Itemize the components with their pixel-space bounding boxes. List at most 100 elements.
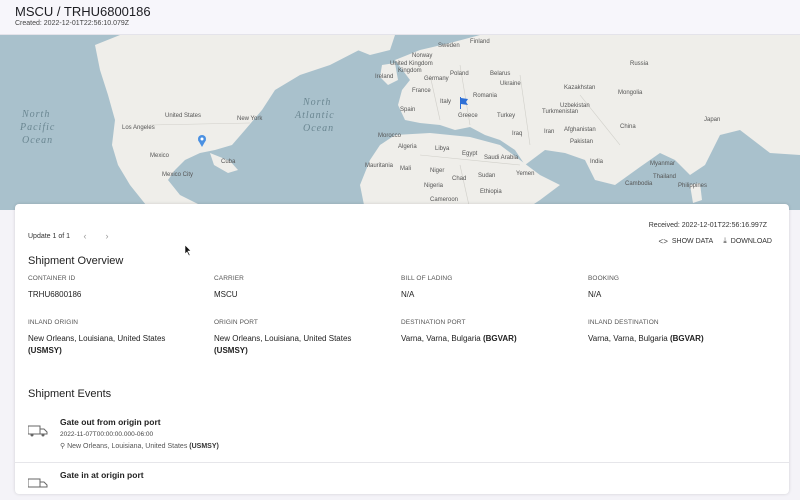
map-label: United Kingdom [390, 61, 433, 67]
map-label: Greece [458, 113, 478, 119]
location-code: (USMSY) [189, 443, 219, 450]
map-label: Yemen [516, 171, 534, 177]
field-value: TRHU6800186 [28, 290, 82, 299]
map-label: Russia [630, 61, 649, 67]
shipment-map[interactable]: North Pacific Ocean North Atlantic Ocean… [0, 35, 800, 210]
map-label: Italy [440, 99, 451, 105]
location-text: Varna, Varna, Bulgaria [588, 334, 668, 343]
map-label: Mexico City [162, 172, 193, 178]
prev-update-button[interactable]: ‹ [78, 231, 92, 241]
field-label: INLAND ORIGIN [28, 319, 79, 326]
map-label: Finland [470, 39, 490, 45]
download-label: DOWNLOAD [730, 237, 772, 245]
received-timestamp: Received: 2022-12-01T22:56:16.997Z [648, 222, 767, 229]
map-label: Cuba [221, 159, 236, 165]
map-label: Mongolia [618, 90, 643, 96]
field-label: DESTINATION PORT [401, 319, 466, 326]
location-text: New Orleans, Louisiana, United States [67, 443, 188, 450]
field-label: BILL OF LADING [401, 275, 453, 282]
location-code: (USMSY) [28, 346, 62, 355]
map-label: Mexico [150, 153, 170, 159]
update-count: Update 1 of 1 [28, 232, 71, 240]
map-label: Chad [452, 176, 466, 182]
map-label: Germany [424, 76, 449, 82]
download-button[interactable]: ⤓ DOWNLOAD [723, 236, 772, 246]
map-label: Algeria [398, 144, 417, 150]
truck-icon [28, 425, 48, 437]
map-label: Kingdom [398, 68, 422, 74]
map-label: Pakistan [570, 139, 593, 145]
bill-of-lading-field: BILL OF LADING N/A [401, 275, 571, 301]
map-label: Sudan [478, 173, 495, 179]
panel-actions: <> SHOW DATA ⤓ DOWNLOAD [659, 236, 772, 246]
map-label: Belarus [490, 71, 510, 77]
location-code: (BGVAR) [669, 334, 704, 343]
map-label: Romania [473, 93, 498, 99]
location-text: New Orleans, Louisiana, United States [28, 334, 166, 343]
map-label: China [620, 124, 636, 130]
inland-origin-field: INLAND ORIGIN New Orleans, Louisiana, Un… [28, 319, 198, 357]
map-label: Nigeria [424, 183, 444, 189]
origin-port-field: ORIGIN PORT New Orleans, Louisiana, Unit… [214, 319, 384, 357]
download-icon: ⤓ [723, 236, 727, 245]
field-label: CONTAINER ID [28, 275, 76, 282]
map-label: Mali [400, 166, 411, 172]
field-value: N/A [401, 290, 415, 299]
map-label: Afghanistan [564, 127, 596, 133]
map-label: Niger [430, 168, 444, 174]
map-label: Poland [450, 71, 469, 77]
map-label: Los Angeles [122, 125, 155, 131]
event-item: Gate in at origin port [28, 470, 776, 500]
event-title: Gate out from origin port [60, 417, 161, 427]
truck-icon [28, 478, 48, 488]
page-title: MSCU / TRHU6800186 [15, 4, 151, 19]
ocean-label-ocean: Ocean [22, 135, 53, 146]
location-code: (BGVAR) [482, 334, 517, 343]
field-label: BOOKING [588, 275, 620, 282]
map-label: Libya [435, 146, 450, 152]
ocean-label-pacific: Pacific [19, 122, 55, 133]
map-label: Cameroon [430, 197, 458, 203]
map-label: Iran [544, 129, 554, 135]
events-title: Shipment Events [28, 388, 112, 400]
map-label: Turkey [497, 113, 515, 119]
shipment-panel: Update 1 of 1 ‹ › Received: 2022-12-01T2… [15, 204, 789, 494]
container-id-field: CONTAINER ID TRHU6800186 [28, 275, 198, 301]
inland-destination-field: INLAND DESTINATION Varna, Varna, Bulgari… [588, 319, 758, 345]
location-text: Varna, Varna, Bulgaria [401, 334, 481, 343]
booking-field: BOOKING N/A [588, 275, 758, 301]
ocean-label-ocean-2: Ocean [303, 123, 334, 134]
field-value: N/A [588, 290, 602, 299]
field-label: CARRIER [214, 275, 244, 282]
map-label: Ukraine [500, 81, 521, 87]
show-data-button[interactable]: <> SHOW DATA [659, 237, 714, 246]
field-value: Varna, Varna, Bulgaria (BGVAR) [588, 333, 758, 345]
map-label: Spain [400, 107, 415, 113]
map-label: United States [165, 113, 201, 119]
update-pager: Update 1 of 1 ‹ › [28, 231, 114, 241]
map-label: Thailand [653, 174, 676, 180]
map-label: Kazakhstan [564, 85, 595, 91]
destination-port-field: DESTINATION PORT Varna, Varna, Bulgaria … [401, 319, 571, 345]
field-value: New Orleans, Louisiana, United States (US… [28, 333, 198, 357]
location-code: (USMSY) [214, 346, 248, 355]
map-label: India [590, 159, 604, 165]
created-timestamp: Created: 2022-12-01T22:56:10.079Z [15, 20, 130, 27]
map-label: Myanmar [650, 161, 675, 167]
event-divider [15, 462, 789, 463]
show-data-label: SHOW DATA [671, 237, 714, 245]
mouse-cursor-icon [185, 245, 192, 256]
map-label: Japan [704, 117, 720, 123]
carrier-field: CARRIER MSCU [214, 275, 384, 301]
location-text: New Orleans, Louisiana, United States [214, 334, 352, 343]
map-label: Ethiopia [480, 189, 502, 195]
map-label: Egypt [462, 151, 478, 157]
map-label: Norway [412, 53, 432, 59]
map-label: Ireland [375, 74, 393, 80]
next-update-button[interactable]: › [100, 231, 114, 241]
event-location: ⚲ New Orleans, Louisiana, United States … [60, 442, 219, 450]
map-label: New York [237, 116, 263, 122]
event-time: 2022-11-07T00:00:00.000-06:00 [60, 431, 154, 438]
map-label: Morocco [378, 133, 402, 139]
map-label: Philippines [678, 183, 707, 189]
